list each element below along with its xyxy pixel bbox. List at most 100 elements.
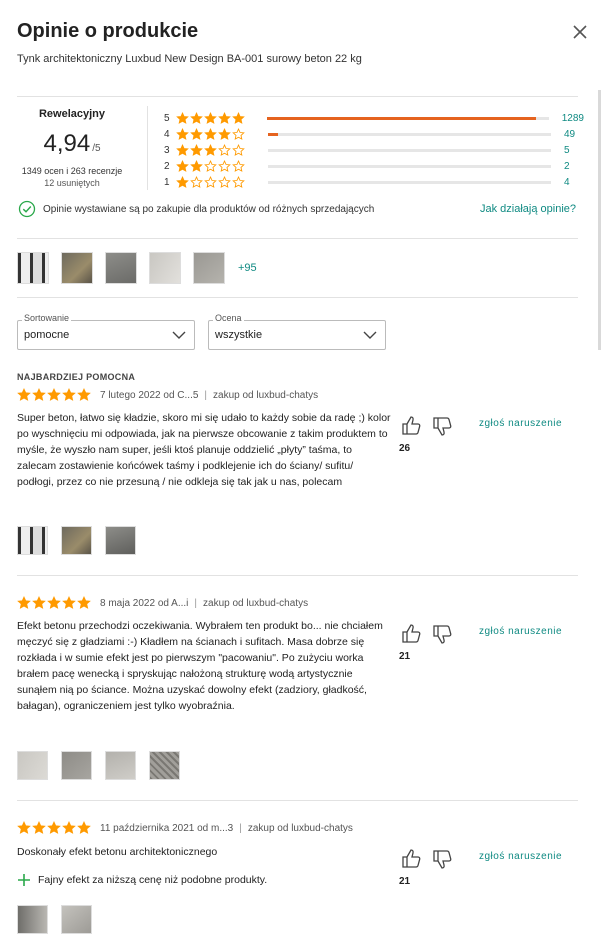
star-empty-icon [218,159,231,172]
photo-thumbnail[interactable] [105,751,136,780]
star-filled-icon [218,127,231,140]
star-filled-icon [176,159,189,172]
rating-count-link[interactable]: 4 [564,177,570,188]
review-seller: zakup od luxbud-chatys [247,822,353,834]
rating-stars [176,127,260,141]
rating-row[interactable]: 14 [164,174,584,190]
rating-stars [176,111,260,125]
reviews-panel: Opinie o produkcie Tynk architektoniczny… [0,0,601,944]
star-filled-icon [47,388,61,401]
photo-thumbnail[interactable] [17,751,48,780]
photo-thumbnail[interactable] [17,526,48,555]
review-card: 7 lutego 2022 od C...5 | zakup od luxbud… [17,388,582,558]
rating-stars-label: 3 [164,144,170,156]
sort-value: pomocne [24,329,70,341]
star-filled-icon [77,388,91,401]
thumbs-up-icon[interactable] [400,847,422,869]
plus-icon [18,874,30,886]
rating-count-link[interactable]: 1289 [562,113,584,124]
review-date-author: 8 maja 2022 od A...i [100,597,189,609]
rating-stars [176,175,260,189]
photo-thumbnail[interactable] [17,905,48,934]
rating-value: wszystkie [215,329,263,341]
review-seller: zakup od luxbud-chatys [203,597,309,609]
sort-label: Sortowanie [22,313,72,323]
thumbs-down-icon[interactable] [431,624,453,646]
star-empty-icon [190,175,203,188]
photo-thumbnail[interactable] [149,252,181,284]
star-filled-icon [204,127,217,140]
ratings-count: 1349 ocen i 263 recenzje [21,166,123,176]
photo-thumbnail[interactable] [193,252,225,284]
star-filled-icon [204,143,217,156]
score-scale: /5 [92,143,101,154]
rating-bar [267,116,549,120]
rating-row[interactable]: 5 1289 [164,110,584,126]
thumbs-up-icon[interactable] [400,622,422,644]
product-name: Tynk architektoniczny Luxbud New Design … [17,53,362,65]
separator: | [239,822,242,834]
review-photos [17,751,193,780]
rating-label: Ocena [213,313,244,323]
rating-select[interactable]: Ocena wszystkie [208,313,386,350]
star-filled-icon [204,111,217,124]
how-reviews-work-link[interactable]: Jak działają opinie? [480,203,576,215]
thumbs-down-icon[interactable] [431,416,453,438]
photo-thumbnail[interactable] [149,751,180,780]
rating-bar [268,132,551,136]
review-date-author: 11 października 2021 od m...3 [100,822,234,834]
rating-count-link[interactable]: 49 [564,129,575,140]
report-link[interactable]: zgłoś naruszenie [479,851,562,862]
review-stars [17,596,92,610]
page-title: Opinie o produkcie [17,20,199,42]
report-link[interactable]: zgłoś naruszenie [479,418,562,429]
rating-row[interactable]: 22 [164,158,584,174]
more-photos-link[interactable]: +95 [238,262,257,274]
removed-count: 12 usuniętych [44,178,100,188]
star-filled-icon [62,821,76,834]
thumbs-down-icon[interactable] [431,849,453,871]
rating-row[interactable]: 35 [164,142,584,158]
thumbs-up-icon[interactable] [400,414,422,436]
divider [17,238,578,239]
review-text: Efekt betonu przechodzi oczekiwania. Wyb… [17,620,383,712]
star-filled-icon [77,821,91,834]
review-card: 11 października 2021 od m...3 | zakup od… [17,821,582,944]
photo-thumbnail[interactable] [105,252,137,284]
score-value: 4,94 [43,130,91,157]
star-empty-icon [204,159,217,172]
review-seller: zakup od luxbud-chatys [213,389,319,401]
separator: | [204,389,208,401]
star-empty-icon [204,175,217,188]
photo-thumbnail[interactable] [61,751,92,780]
review-text: Super beton, łatwo się kładzie, skoro mi… [17,412,391,488]
review-photos [17,526,149,555]
star-filled-icon [32,596,46,609]
star-filled-icon [190,143,203,156]
star-filled-icon [62,596,76,609]
verified-text: Opinie wystawiane są po zakupie dla prod… [43,203,375,215]
photo-thumbnail[interactable] [61,526,92,555]
star-empty-icon [218,143,231,156]
star-filled-icon [190,127,203,140]
star-filled-icon [190,159,203,172]
review-meta: 8 maja 2022 od A...i | zakup od luxbud-c… [17,596,582,610]
rating-count-link[interactable]: 5 [564,145,570,156]
photo-thumbnail[interactable] [61,905,92,934]
star-filled-icon [176,175,189,188]
close-icon[interactable] [570,22,590,42]
sort-select[interactable]: Sortowanie pomocne [17,313,195,350]
photo-thumbnail[interactable] [61,252,93,284]
star-filled-icon [32,821,46,834]
star-filled-icon [232,111,245,124]
report-link[interactable]: zgłoś naruszenie [479,626,562,637]
rating-count-link[interactable]: 2 [564,161,570,172]
photo-thumbnail[interactable] [105,526,136,555]
rating-bar [268,180,551,184]
review-card: 8 maja 2022 od A...i | zakup od luxbud-c… [17,596,582,786]
star-filled-icon [190,111,203,124]
photo-thumbnail[interactable] [17,252,49,284]
rating-row[interactable]: 4 49 [164,126,584,142]
rating-stars-label: 1 [164,176,170,188]
rating-stars-label: 2 [164,160,170,172]
